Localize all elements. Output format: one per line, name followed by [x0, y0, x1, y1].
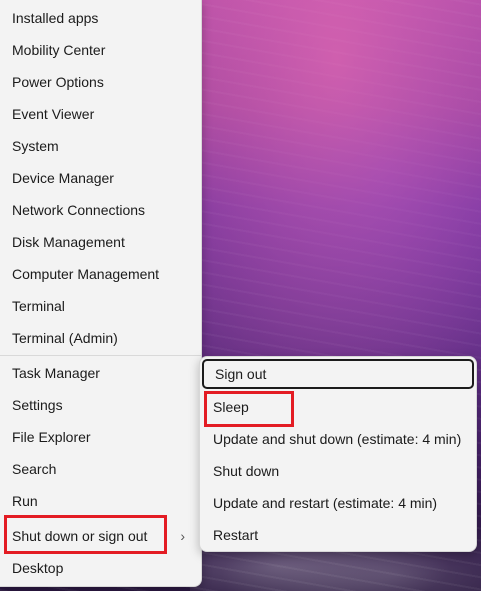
submenu-item-sign-out[interactable]: Sign out: [202, 359, 474, 389]
menu-item-file-explorer[interactable]: File Explorer: [0, 421, 201, 453]
menu-item-terminal[interactable]: Terminal: [0, 290, 201, 322]
menu-item-event-viewer[interactable]: Event Viewer: [0, 98, 201, 130]
menu-item-settings[interactable]: Settings: [0, 389, 201, 421]
menu-item-run[interactable]: Run: [0, 485, 201, 517]
menu-item-shut-down-or-sign-out[interactable]: Shut down or sign out ›: [0, 520, 201, 552]
submenu-item-shut-down[interactable]: Shut down: [200, 455, 476, 487]
chevron-right-icon: ›: [180, 528, 185, 544]
menu-item-search[interactable]: Search: [0, 453, 201, 485]
menu-item-mobility-center[interactable]: Mobility Center: [0, 34, 201, 66]
menu-item-installed-apps[interactable]: Installed apps: [0, 2, 201, 34]
menu-item-network-connections[interactable]: Network Connections: [0, 194, 201, 226]
submenu-item-sleep[interactable]: Sleep: [200, 391, 476, 423]
menu-item-system[interactable]: System: [0, 130, 201, 162]
submenu-item-update-and-restart[interactable]: Update and restart (estimate: 4 min): [200, 487, 476, 519]
menu-item-task-manager[interactable]: Task Manager: [0, 357, 201, 389]
winx-context-menu: Installed apps Mobility Center Power Opt…: [0, 0, 202, 587]
menu-separator: [0, 355, 201, 356]
submenu-item-update-and-shut-down[interactable]: Update and shut down (estimate: 4 min): [200, 423, 476, 455]
menu-item-power-options[interactable]: Power Options: [0, 66, 201, 98]
menu-item-desktop[interactable]: Desktop: [0, 552, 201, 584]
menu-item-terminal-admin[interactable]: Terminal (Admin): [0, 322, 201, 354]
menu-item-label: Shut down or sign out: [12, 528, 148, 544]
shutdown-submenu: Sign out Sleep Update and shut down (est…: [199, 356, 477, 552]
menu-item-disk-management[interactable]: Disk Management: [0, 226, 201, 258]
menu-item-device-manager[interactable]: Device Manager: [0, 162, 201, 194]
submenu-item-restart[interactable]: Restart: [200, 519, 476, 551]
menu-item-computer-management[interactable]: Computer Management: [0, 258, 201, 290]
